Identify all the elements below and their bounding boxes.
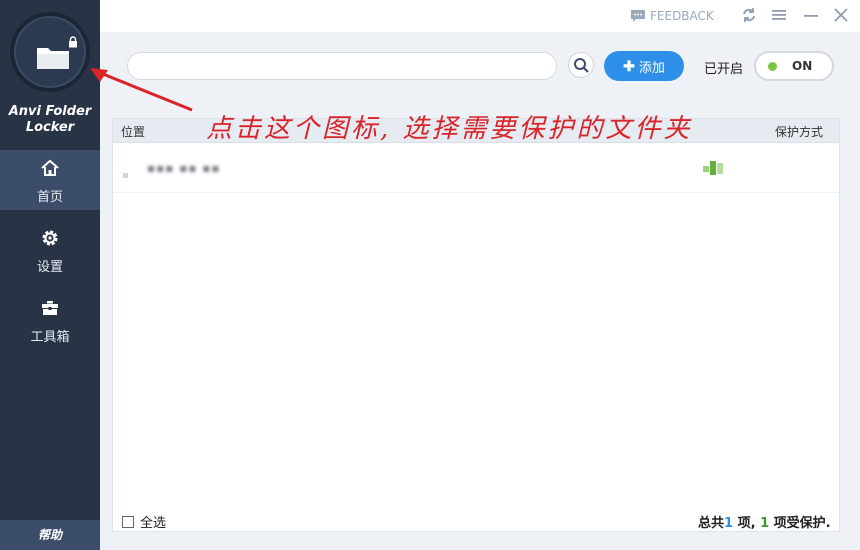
table-row[interactable]: ▪▪▪ ▪▪ ▪▪	[113, 143, 839, 193]
select-all-checkbox[interactable]	[122, 515, 134, 528]
sidebar-item-home[interactable]: 首页	[0, 150, 100, 210]
summary-text: 总共1 项, 1 项受保护.	[698, 516, 831, 531]
select-all[interactable]: 全选	[122, 512, 166, 531]
sidebar-item-label: 设置	[36, 260, 63, 275]
minimize-icon[interactable]	[802, 6, 820, 24]
folder-icon	[37, 48, 69, 69]
app-logo-button[interactable]	[10, 12, 90, 92]
title-bar: FEEDBACK	[100, 0, 860, 32]
lock-icon	[69, 36, 77, 48]
protected-items-table: 位置 保护方式 ▪▪▪ ▪▪ ▪▪	[112, 118, 840, 532]
feedback-link[interactable]: FEEDBACK	[630, 7, 714, 25]
search-button[interactable]	[568, 52, 594, 78]
protection-status-label: 已开启	[704, 62, 744, 77]
feedback-label: FEEDBACK	[650, 9, 714, 23]
toolbox-icon	[42, 301, 58, 315]
select-all-label: 全选	[140, 516, 167, 531]
annotation-text: 点击这个图标, 选择需要保护的文件夹	[206, 114, 693, 144]
sidebar-item-label: 工具箱	[30, 330, 70, 345]
close-icon[interactable]	[832, 6, 850, 24]
add-button-label: 添加	[638, 59, 665, 75]
menu-icon[interactable]	[770, 6, 788, 24]
sidebar-item-toolbox[interactable]: 工具箱	[0, 290, 100, 350]
sidebar-item-label: 首页	[36, 190, 63, 205]
toggle-label: ON	[792, 59, 813, 73]
app-name: Anvi Folder Locker	[8, 104, 92, 135]
add-button[interactable]: ✚ 添加	[604, 51, 684, 81]
annotation-arrow-icon	[90, 68, 193, 112]
protected-count: 1	[760, 516, 770, 531]
lock-mode-icon	[703, 161, 723, 175]
column-header-location[interactable]: 位置	[121, 123, 145, 140]
sidebar: Anvi Folder Locker 首页 设置 工具箱 帮助	[0, 0, 100, 550]
search-icon	[574, 58, 589, 73]
home-icon	[41, 159, 59, 176]
chat-bubble-icon	[631, 10, 645, 22]
protection-toggle[interactable]: ON	[754, 51, 834, 81]
row-checkbox[interactable]	[123, 173, 128, 178]
plus-icon: ✚	[623, 57, 635, 74]
status-dot-icon	[768, 62, 777, 71]
row-path: ▪▪▪ ▪▪ ▪▪	[147, 161, 221, 175]
sidebar-item-settings[interactable]: 设置	[0, 220, 100, 280]
gear-icon	[42, 230, 58, 246]
column-header-mode[interactable]: 保护方式	[775, 123, 823, 140]
help-button[interactable]: 帮助	[0, 520, 100, 550]
total-count: 1	[724, 516, 734, 531]
refresh-icon[interactable]	[740, 6, 758, 24]
